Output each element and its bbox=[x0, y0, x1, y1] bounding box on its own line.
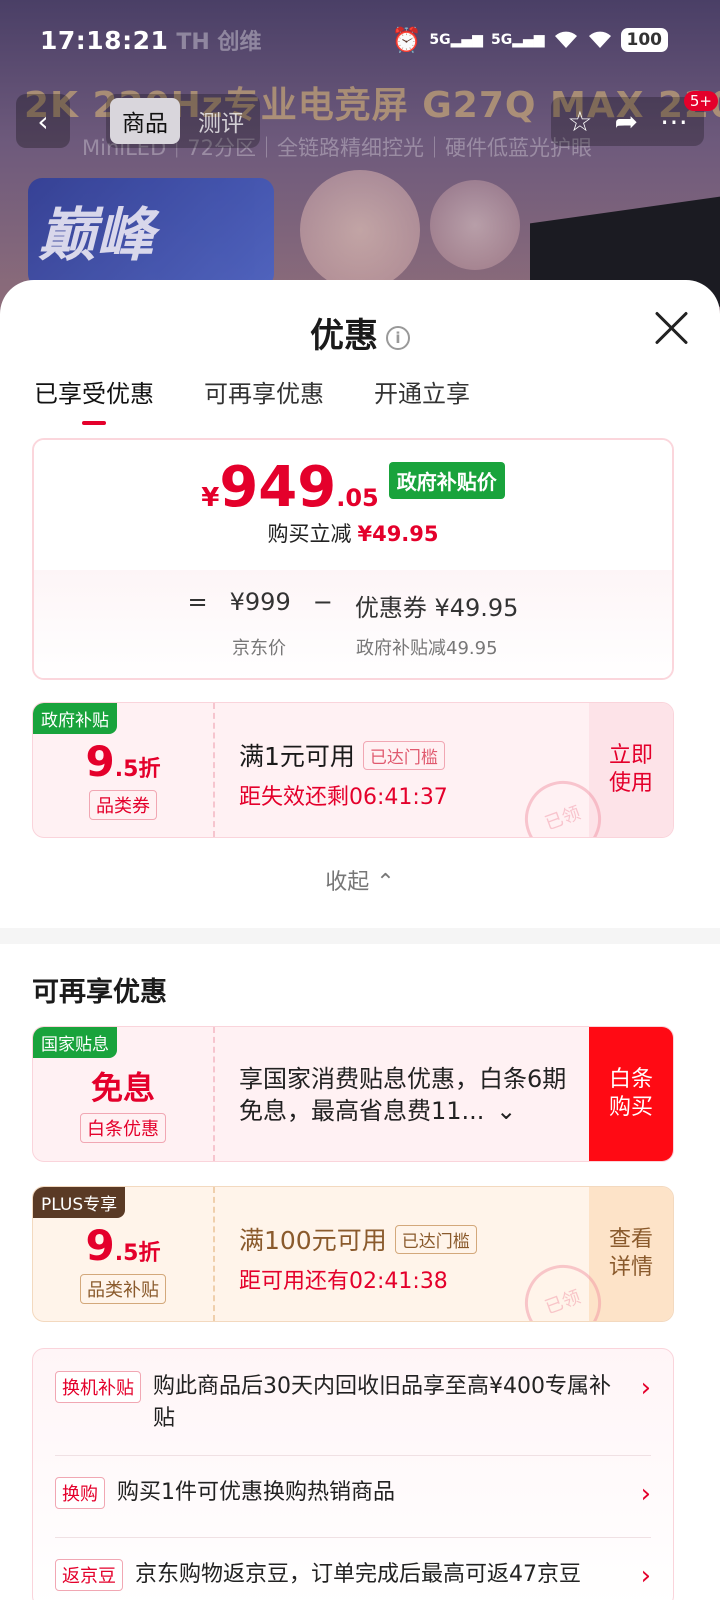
offer-row-tradein[interactable]: 换机补贴 购此商品后30天内回收旧品享至高¥400专属补贴 › bbox=[55, 1371, 651, 1435]
tab-activate[interactable]: 开通立享 bbox=[374, 374, 470, 409]
section-title: 可再享优惠 bbox=[32, 977, 167, 1008]
offer-tag: 返京豆 bbox=[55, 1559, 123, 1591]
equals-sign: = bbox=[187, 588, 208, 616]
sheet-header: 优惠 i bbox=[0, 308, 720, 357]
use-now-button[interactable]: 立即使用 bbox=[589, 703, 673, 837]
offer-tag: 换购 bbox=[55, 1477, 105, 1509]
minus-sign: − bbox=[312, 588, 333, 616]
extra-offers: 换机补贴 购此商品后30天内回收旧品享至高¥400专属补贴 › 换购 购买1件可… bbox=[32, 1348, 674, 1600]
reduce-amount: ¥49.95 bbox=[357, 522, 439, 546]
coupon-corner-tag: 政府补贴 bbox=[33, 703, 117, 734]
gov-subsidy-tag: 政府补贴价 bbox=[388, 461, 505, 499]
final-price: ¥ 949 .05 政府补贴价 bbox=[34, 460, 672, 516]
currency-symbol: ¥ bbox=[201, 483, 220, 513]
product-nav-bar: ‹ 商品 测评 ☆ ➦ ⋯ 5+ bbox=[16, 90, 718, 148]
offer-row-exchange[interactable]: 换购 购买1件可优惠换购热销商品 › bbox=[55, 1477, 651, 1509]
row-divider bbox=[55, 1537, 651, 1538]
chevron-right-icon: › bbox=[640, 1479, 651, 1509]
wifi-icon bbox=[588, 31, 611, 48]
offer-row-jingdou[interactable]: 返京豆 京东购物返京豆，订单完成后最高可返47京豆 › bbox=[55, 1559, 651, 1591]
coupon-discount: 政府补贴 9.5折 品类券 bbox=[33, 703, 213, 837]
close-button[interactable] bbox=[652, 308, 690, 346]
coupon-kind: 白条优惠 bbox=[80, 1113, 166, 1143]
signal-icon: 5G▂▄▆ bbox=[429, 32, 483, 48]
signal-icon: 5G▂▄▆ bbox=[490, 32, 545, 48]
price-card: ¥ 949 .05 政府补贴价 购买立减 ¥49.95 = ¥999 − 优惠券 … bbox=[32, 438, 674, 680]
discount-tabs: 已享受优惠 可再享优惠 开通立享 bbox=[34, 374, 470, 425]
page-tabs: 商品 测评 bbox=[106, 94, 260, 148]
wifi-icon bbox=[554, 31, 577, 48]
coupon-corner-tag: 国家贴息 bbox=[33, 1027, 117, 1058]
chevron-right-icon: › bbox=[640, 1561, 651, 1591]
info-icon[interactable]: i bbox=[386, 325, 410, 350]
chevron-left-icon: ‹ bbox=[37, 104, 49, 138]
coupon-sub-label: 政府补贴减49.95 bbox=[356, 638, 498, 659]
battery-indicator: 100 bbox=[620, 28, 668, 52]
overlay-brand: TH 创维 bbox=[176, 30, 262, 55]
baitiao-coupon-card: 国家贴息 免息 白条优惠 享国家消费贴息优惠，白条6期免息，最高省息费11...… bbox=[32, 1026, 674, 1162]
section-divider bbox=[0, 928, 720, 944]
row-divider bbox=[55, 1455, 651, 1456]
view-details-button[interactable]: 查看详情 bbox=[589, 1187, 673, 1321]
coupon-condition: 满100元可用 已达门槛 bbox=[239, 1221, 589, 1257]
coupon-discount: 国家贴息 免息 白条优惠 bbox=[33, 1027, 213, 1161]
coupon-details: 满1元可用 已达门槛 距失效还剩06:41:37 已领 bbox=[213, 703, 612, 837]
offer-tag: 换机补贴 bbox=[55, 1371, 141, 1403]
coupon-kind: 品类券 bbox=[89, 790, 157, 820]
gov-coupon-card: 政府补贴 9.5折 品类券 满1元可用 已达门槛 距失效还剩06:41:37 已领… bbox=[32, 702, 674, 838]
reduce-label: 购买立减 bbox=[267, 522, 352, 546]
sheet-title: 优惠 bbox=[310, 316, 378, 356]
tab-more-available[interactable]: 可再享优惠 bbox=[204, 374, 324, 409]
price-integer: 949 bbox=[219, 455, 337, 520]
threshold-badge: 已达门槛 bbox=[394, 1224, 477, 1254]
chevron-down-icon[interactable]: ⌄ bbox=[496, 1097, 516, 1125]
coupon-amount: 优惠券 ¥49.95 bbox=[354, 594, 519, 622]
collapse-button[interactable]: 收起 ⌃ bbox=[0, 864, 720, 896]
promo-logo: 巅峰618 bbox=[28, 178, 274, 320]
status-bar: 17:18:21 TH 创维 ⏰ 5G▂▄▆ 5G▂▄▆ 100 bbox=[40, 22, 668, 58]
chevron-right-icon: › bbox=[640, 1373, 651, 1403]
jd-price-label: 京东价 bbox=[232, 638, 286, 659]
discount-value: 9.5折 bbox=[85, 1221, 161, 1270]
discount-sheet: 优惠 i 已享受优惠 可再享优惠 开通立享 ¥ 949 .05 政府补贴价 购买立… bbox=[0, 280, 720, 1600]
coupon-discount: PLUS专享 9.5折 品类补贴 bbox=[33, 1187, 213, 1321]
coupon-condition: 满1元可用 已达门槛 bbox=[239, 737, 589, 773]
price-breakdown: = ¥999 − 优惠券 ¥49.95 京东价 政府补贴减49.95 bbox=[34, 570, 672, 678]
back-button[interactable]: ‹ bbox=[16, 94, 70, 148]
status-time: 17:18:21 bbox=[40, 25, 169, 55]
final-price-block: ¥ 949 .05 政府补贴价 购买立减 ¥49.95 bbox=[34, 440, 672, 570]
threshold-badge: 已达门槛 bbox=[362, 740, 445, 770]
price-formula: = ¥999 − 优惠券 ¥49.95 bbox=[34, 588, 672, 623]
offer-text: 购此商品后30天内回收旧品享至高¥400专属补贴 bbox=[153, 1374, 611, 1431]
offer-text: 京东购物返京豆，订单完成后最高可返47京豆 bbox=[135, 1562, 581, 1587]
more-icon[interactable]: ⋯ bbox=[660, 105, 688, 138]
price-decimal: .05 bbox=[336, 484, 379, 512]
coupon-details: 满100元可用 已达门槛 距可用还有02:41:38 已领 bbox=[213, 1187, 612, 1321]
decor-flower bbox=[300, 170, 420, 290]
alarm-icon: ⏰ bbox=[391, 26, 422, 54]
jd-price: ¥999 bbox=[229, 588, 291, 616]
discount-value: 免息 bbox=[90, 1069, 155, 1107]
baitiao-description: 享国家消费贴息优惠，白条6期免息，最高省息费11... bbox=[239, 1065, 567, 1125]
instant-reduce: 购买立减 ¥49.95 bbox=[34, 518, 672, 548]
baitiao-buy-button[interactable]: 白条购买 bbox=[589, 1027, 673, 1161]
coupon-kind: 品类补贴 bbox=[80, 1274, 166, 1304]
offer-text: 购买1件可优惠换购热销商品 bbox=[117, 1480, 395, 1505]
discount-value: 9.5折 bbox=[85, 737, 161, 786]
tab-goods[interactable]: 商品 bbox=[110, 98, 180, 144]
status-icons: ⏰ 5G▂▄▆ 5G▂▄▆ 100 bbox=[392, 26, 668, 54]
nav-actions: ☆ ➦ ⋯ 5+ bbox=[551, 90, 718, 146]
plus-coupon-card: PLUS专享 9.5折 品类补贴 满100元可用 已达门槛 距可用还有02:41:… bbox=[32, 1186, 674, 1322]
message-badge: 5+ bbox=[683, 90, 718, 111]
share-icon[interactable]: ➦ bbox=[615, 105, 638, 138]
tab-review[interactable]: 测评 bbox=[186, 98, 256, 144]
coupon-corner-tag: PLUS专享 bbox=[33, 1187, 126, 1218]
decor-flower bbox=[430, 180, 520, 270]
coupon-details[interactable]: 享国家消费贴息优惠，白条6期免息，最高省息费11... ⌄ bbox=[213, 1027, 589, 1161]
tab-enjoyed[interactable]: 已享受优惠 bbox=[34, 374, 154, 425]
star-icon[interactable]: ☆ bbox=[567, 105, 592, 138]
